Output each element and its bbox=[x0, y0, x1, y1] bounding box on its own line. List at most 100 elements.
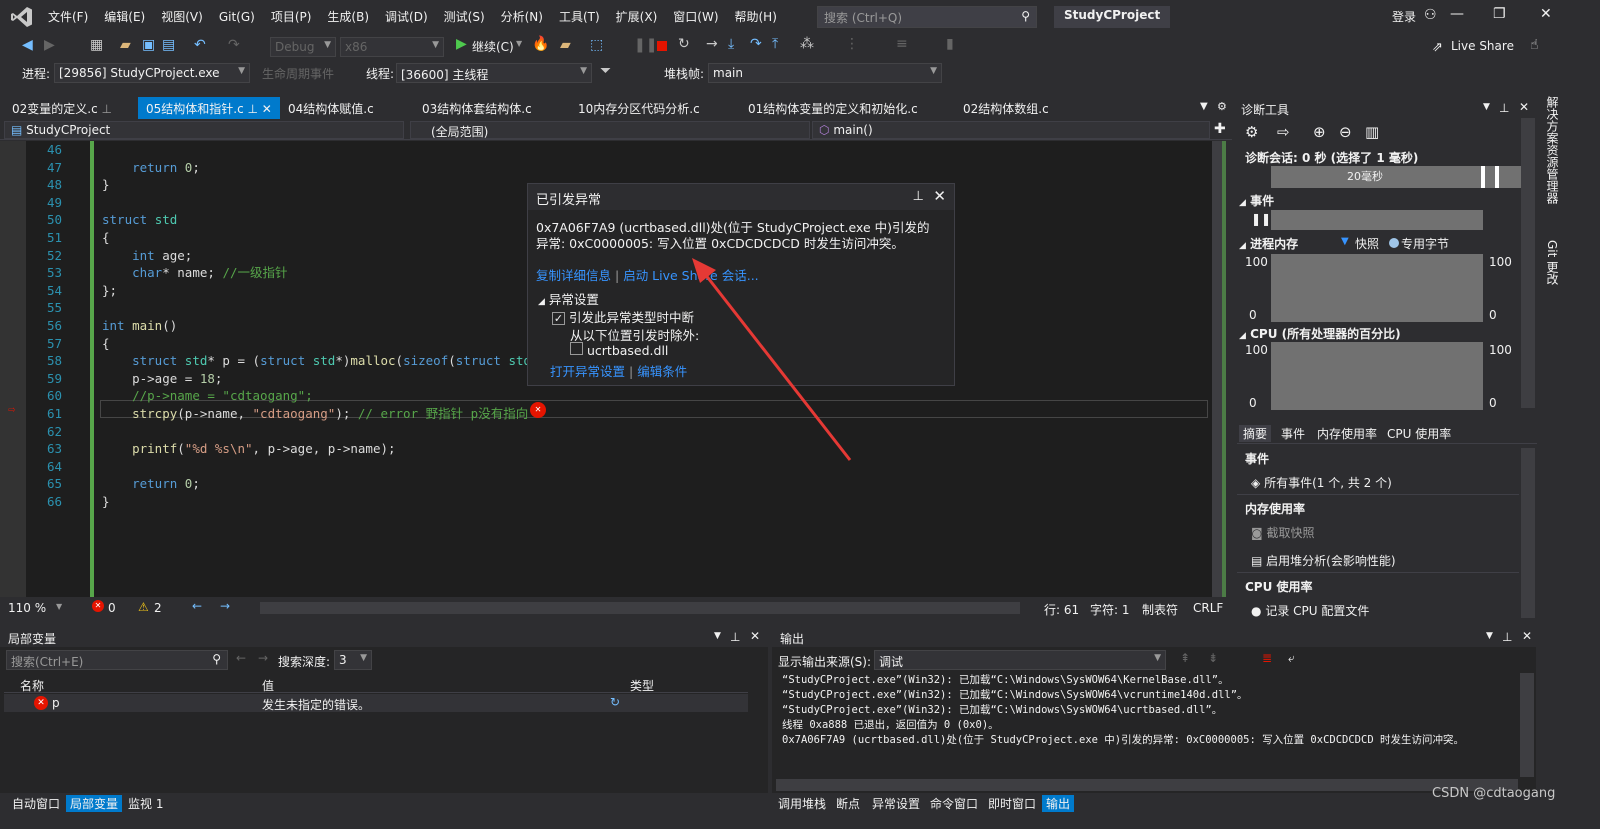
settings-gear-icon[interactable]: ⚙ bbox=[1245, 123, 1258, 141]
locals-search-input[interactable]: 搜索(Ctrl+E) ⚲ bbox=[6, 650, 228, 670]
close-panel-icon[interactable]: ✕ bbox=[1522, 629, 1532, 643]
col-type-header[interactable]: 类型 bbox=[630, 677, 654, 694]
navigate-back-icon[interactable]: ← bbox=[192, 599, 202, 613]
reset-view-icon[interactable]: ▥ bbox=[1365, 123, 1379, 141]
locals-row[interactable]: ✕ p 发生未指定的错误。 ↻ bbox=[4, 694, 748, 712]
cpu-y-min-right: 0 bbox=[1489, 396, 1497, 410]
output-line: 线程 0xa888 已退出，返回值为 0 (0x0)。 bbox=[782, 719, 999, 731]
take-snapshot-button[interactable]: ◙ 截取快照 bbox=[1251, 524, 1315, 541]
output-vertical-scrollbar[interactable] bbox=[1520, 673, 1534, 777]
local-var-name: p bbox=[52, 696, 60, 710]
zoom-dropdown-icon[interactable]: ▼ bbox=[56, 602, 62, 611]
output-text[interactable]: “StudyCProject.exe”(Win32): 已加载“C:\Windo… bbox=[782, 673, 1522, 748]
pin-icon[interactable]: ⊥ bbox=[1499, 101, 1509, 115]
timeline-cursor[interactable] bbox=[1481, 166, 1485, 188]
events-label: 事件 bbox=[1250, 194, 1275, 208]
locals-panel: 局部变量 ▼ ⊥ ✕ 搜索(Ctrl+E) ⚲ ← → 搜索深度: 3 ▼ 名称 … bbox=[0, 627, 768, 793]
search-icon[interactable]: ⚲ bbox=[212, 652, 221, 666]
process-memory-section[interactable]: ◢ 进程内存 bbox=[1239, 235, 1298, 252]
col-value-header[interactable]: 值 bbox=[262, 677, 274, 694]
diag-session: 诊断会话: 0 秒 (选择了 1 毫秒) bbox=[1245, 151, 1419, 165]
pause-events-icon[interactable]: ❚❚ bbox=[1251, 212, 1271, 226]
panel-menu-icon[interactable]: ▼ bbox=[714, 631, 721, 641]
record-cpu-label: 记录 CPU 配置文件 bbox=[1265, 604, 1370, 618]
navigate-forward-icon[interactable]: → bbox=[220, 599, 230, 613]
git-changes-tab[interactable]: Git 更改 bbox=[1544, 240, 1561, 285]
tab-breakpoints[interactable]: 断点 bbox=[832, 795, 864, 812]
tab-watch-1[interactable]: 监视 1 bbox=[124, 795, 167, 812]
diag-header: 诊断工具 ▼ ⊥ ✕ bbox=[1237, 98, 1537, 118]
tab-output[interactable]: 输出 bbox=[1042, 795, 1075, 812]
output-source-select[interactable]: 调试 ▼ bbox=[874, 650, 1166, 670]
search-depth-value: 3 bbox=[339, 653, 347, 667]
locals-header: 局部变量 ▼ ⊥ ✕ bbox=[0, 627, 768, 647]
tab-exception-settings[interactable]: 异常设置 bbox=[868, 795, 924, 812]
divider bbox=[1237, 494, 1519, 495]
solution-explorer-tab[interactable]: 解决方案资源管理器 bbox=[1544, 96, 1561, 204]
refresh-icon[interactable]: ↻ bbox=[610, 695, 620, 709]
pin-icon[interactable]: ⊥ bbox=[1502, 630, 1512, 644]
tab-events[interactable]: 事件 bbox=[1281, 425, 1305, 442]
timeline-cursor[interactable] bbox=[1495, 166, 1499, 188]
snapshot-legend: 快照 bbox=[1355, 237, 1380, 251]
panel-menu-icon[interactable]: ▼ bbox=[1483, 102, 1490, 112]
char-indicator: 字符: 1 bbox=[1090, 603, 1130, 617]
search-back-icon[interactable]: ← bbox=[236, 651, 246, 665]
tabs-indicator[interactable]: 制表符 bbox=[1142, 601, 1178, 618]
local-var-value[interactable]: 发生未指定的错误。 bbox=[262, 696, 370, 713]
col-name-header[interactable]: 名称 bbox=[20, 677, 44, 694]
timeline-ruler[interactable]: 20毫秒 bbox=[1271, 166, 1521, 188]
divider bbox=[1237, 572, 1519, 573]
panel-menu-icon[interactable]: ▼ bbox=[1486, 631, 1493, 641]
heap-profiling-button[interactable]: ▤ 启用堆分析(会影响性能) bbox=[1251, 552, 1396, 569]
word-wrap-icon[interactable]: ⤶ bbox=[1288, 651, 1295, 666]
search-depth-select[interactable]: 3 ▼ bbox=[334, 650, 372, 670]
tab-command-window[interactable]: 命令窗口 bbox=[926, 795, 982, 812]
all-events-label: 所有事件(1 个, 共 2 个) bbox=[1264, 476, 1392, 490]
warning-count[interactable]: 2 bbox=[154, 601, 162, 615]
record-cpu-profile-button[interactable]: ● 记录 CPU 配置文件 bbox=[1251, 602, 1369, 619]
go-to-previous-icon[interactable]: ⇞ bbox=[1180, 651, 1190, 665]
output-horizontal-scrollbar[interactable] bbox=[776, 779, 1518, 791]
output-panel: 输出 ▼ ⊥ ✕ 显示输出来源(S): 调试 ▼ ⇞ ⇟ ≣ ⤶ “StudyCP… bbox=[772, 627, 1536, 793]
tab-summary[interactable]: 摘要 bbox=[1239, 425, 1272, 442]
search-forward-icon[interactable]: → bbox=[258, 651, 268, 665]
cpu-section[interactable]: ◢ CPU (所有处理器的百分比) bbox=[1239, 325, 1401, 342]
pin-icon[interactable]: ⊥ bbox=[730, 630, 740, 644]
tab-autos[interactable]: 自动窗口 bbox=[8, 795, 64, 812]
tab-immediate-window[interactable]: 即时窗口 bbox=[984, 795, 1040, 812]
private-bytes-legend-icon bbox=[1389, 238, 1399, 248]
zoom-in-icon[interactable]: ⊕ bbox=[1313, 123, 1326, 141]
clear-all-icon[interactable]: ≣ bbox=[1262, 651, 1272, 665]
tab-locals[interactable]: 局部变量 bbox=[66, 795, 123, 812]
tab-memory-usage[interactable]: 内存使用率 bbox=[1317, 425, 1377, 442]
zoom-level[interactable]: 110 % bbox=[8, 601, 46, 615]
memory-graph[interactable] bbox=[1271, 254, 1483, 322]
locals-column-headers: 名称 值 类型 bbox=[4, 673, 748, 693]
editor-horizontal-scrollbar[interactable] bbox=[260, 602, 1020, 614]
mem-y-max: 100 bbox=[1245, 255, 1268, 269]
editor-status-bar: 110 % ▼ ✕ 0 ⚠ 2 ← → 行: 61 字符: 1 制表符 CRLF bbox=[0, 598, 1232, 618]
go-to-next-icon[interactable]: ⇟ bbox=[1208, 651, 1218, 665]
output-line: “StudyCProject.exe”(Win32): 已加载“C:\Windo… bbox=[782, 689, 1248, 701]
events-track bbox=[1271, 210, 1483, 230]
warning-count-icon[interactable]: ⚠ bbox=[138, 600, 149, 614]
cpu-graph[interactable] bbox=[1271, 342, 1483, 410]
mem-y-min: 0 bbox=[1249, 308, 1257, 322]
error-count-icon[interactable]: ✕ bbox=[92, 600, 104, 612]
error-count[interactable]: 0 bbox=[108, 601, 116, 615]
events-section[interactable]: ◢ 事件 bbox=[1239, 192, 1274, 209]
tab-call-stack[interactable]: 调用堆栈 bbox=[774, 795, 830, 812]
all-events-link[interactable]: ◈ 所有事件(1 个, 共 2 个) bbox=[1251, 474, 1392, 491]
locals-search-placeholder: 搜索(Ctrl+E) bbox=[11, 655, 84, 669]
summary-cpu-heading: CPU 使用率 bbox=[1245, 580, 1313, 594]
private-bytes-legend: 专用字节 bbox=[1401, 237, 1450, 251]
export-icon[interactable]: ⇨ bbox=[1277, 123, 1290, 141]
close-panel-icon[interactable]: ✕ bbox=[1519, 100, 1529, 114]
line-ending-indicator[interactable]: CRLF bbox=[1193, 601, 1223, 615]
diag-top-scrollbar[interactable] bbox=[1521, 118, 1535, 408]
zoom-out-icon[interactable]: ⊖ bbox=[1339, 123, 1352, 141]
diag-bottom-scrollbar[interactable] bbox=[1521, 448, 1535, 618]
close-panel-icon[interactable]: ✕ bbox=[750, 629, 760, 643]
tab-cpu-usage[interactable]: CPU 使用率 bbox=[1387, 425, 1451, 442]
